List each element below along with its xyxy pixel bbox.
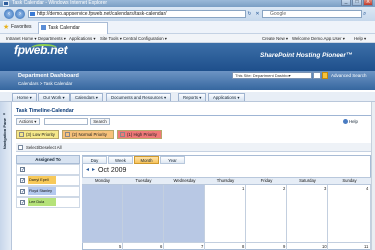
day-number: 1 (242, 186, 245, 191)
search-input[interactable]: Google (262, 10, 362, 18)
ribbon-departments[interactable]: Departments ▾ (36, 35, 68, 42)
select-all-row (16, 143, 375, 152)
day-number: 10 (322, 244, 327, 249)
favorites-button[interactable]: Favorites (11, 23, 32, 32)
view-day-tab[interactable]: Day (82, 156, 107, 164)
day-number: 8 (242, 244, 245, 249)
day-cell[interactable] (82, 243, 123, 250)
ribbon-applications[interactable]: Applications ▾ (67, 35, 98, 42)
tab-page-icon (41, 25, 46, 30)
search-button[interactable]: Search (90, 118, 110, 125)
help-link[interactable]: Help (349, 118, 358, 125)
breadcrumb[interactable]: Calendars > Task Calendar (18, 80, 72, 87)
topnav-calendars[interactable]: Calendars ▾ (70, 93, 103, 101)
create-new-menu[interactable]: Create New ▾ (262, 35, 288, 42)
legend-high-swatch (120, 132, 125, 137)
day-number: 9 (283, 244, 286, 249)
page-icon (30, 12, 35, 16)
assignee-checkbox[interactable]: ✓ (20, 178, 25, 184)
window-title: Task Calendar - Windows Internet Explore… (0, 0, 375, 7)
day-cell[interactable] (164, 185, 205, 243)
logo-swoosh (31, 44, 57, 52)
close-button[interactable]: X (363, 0, 373, 6)
welcome-user-menu[interactable]: Welcome Demo.App.User ▾ (292, 35, 345, 42)
legend-low-swatch (19, 132, 24, 137)
site-search-input[interactable] (313, 72, 321, 79)
day-cell[interactable] (164, 243, 205, 250)
assignee-checkbox[interactable]: ✓ (20, 167, 25, 173)
favorites-star-icon[interactable]: ★ (3, 24, 10, 31)
topnav-documents[interactable]: Documents and Resources ▾ (106, 93, 172, 101)
webpart-divider (14, 115, 371, 116)
assignee-name: Floyd Stanley (28, 187, 56, 195)
select-all-label[interactable]: Select/Deselect All (26, 144, 62, 151)
day-cell[interactable] (205, 243, 246, 250)
help-icon[interactable] (343, 119, 348, 124)
site-title: Department Dashboard (18, 73, 79, 79)
day-number: 7 (201, 244, 204, 249)
assignee-name: Darryl Epell (28, 176, 56, 184)
weekday-saturday: Saturday (299, 178, 316, 183)
assignee-checkbox[interactable]: ✓ (20, 189, 25, 195)
weekday-monday: Monday (95, 178, 110, 183)
weekday-tuesday: Tuesday (135, 178, 152, 183)
day-number: 2 (283, 186, 286, 191)
weekday-thursday: Thursday (216, 178, 235, 183)
legend-normal-swatch (65, 132, 70, 137)
maximize-button[interactable]: □ (352, 0, 362, 6)
address-input[interactable]: http://demo.appservice.fpweb.net/calenda… (28, 10, 246, 18)
topnav-reports[interactable]: Reports ▾ (178, 93, 207, 101)
ie-icon (3, 1, 9, 6)
weekday-sunday: Sunday (342, 178, 357, 183)
assignee-checkbox[interactable]: ✓ (20, 200, 25, 206)
vertical-scrollbar[interactable] (371, 102, 375, 250)
month-label: Oct 2009 (98, 167, 127, 174)
day-cell[interactable] (328, 185, 371, 243)
help-menu[interactable]: Help ▾ (354, 35, 366, 42)
select-all-checkbox[interactable] (18, 145, 23, 150)
minimize-button[interactable]: _ (341, 0, 351, 6)
ribbon-central-configuration[interactable]: Central Configuration ▾ (121, 35, 169, 42)
assignee-name (28, 165, 56, 173)
ribbon-intranet-home[interactable]: Intranet Home ▾ (4, 35, 39, 42)
day-number: 11 (364, 244, 369, 249)
view-week-tab[interactable]: Week (108, 156, 133, 164)
navigation-pane-label: Navigation Pane ◂ (2, 112, 7, 150)
topnav-home[interactable]: Home ▾ (12, 93, 37, 101)
day-number: 3 (324, 186, 327, 191)
topnav-applications[interactable]: Applications ▾ (208, 93, 245, 101)
browser-tab[interactable]: Task Calendar (38, 22, 108, 34)
search-icon[interactable]: ⌕ (363, 10, 371, 18)
view-month-tab[interactable]: Month (134, 156, 159, 164)
day-cell[interactable] (246, 243, 287, 250)
webpart-title: Task Timeline-Calendar (16, 108, 74, 114)
weekday-wednesday: Wednesday (173, 178, 196, 183)
refresh-icon[interactable]: ↻ (246, 11, 253, 17)
forward-arrow-icon[interactable]: › (15, 9, 25, 19)
weekday-friday: Friday (260, 178, 273, 183)
banner-tagline: SharePoint Hosting Pioneer™ (260, 52, 353, 59)
topnav-our-work[interactable]: Our Work ▾ (38, 93, 70, 101)
search-go-button[interactable] (322, 72, 328, 79)
assignee-name: Lee Dula (28, 198, 56, 206)
day-number: 5 (119, 244, 122, 249)
view-year-tab[interactable]: Year (160, 156, 185, 164)
day-cell[interactable] (123, 185, 164, 243)
actions-menu[interactable]: Actions ▾ (16, 118, 40, 125)
find-input[interactable] (44, 118, 88, 125)
day-number: 4 (366, 186, 369, 191)
day-cell[interactable] (287, 185, 328, 243)
advanced-search-link[interactable]: Advanced Search (331, 72, 367, 79)
stop-icon[interactable]: ✕ (254, 11, 261, 17)
day-cell[interactable] (246, 185, 287, 243)
search-scope-select[interactable]: This Site: Department Dashbo▾ (232, 72, 312, 79)
day-cell[interactable] (205, 185, 246, 243)
assigned-to-header: Assigned To (16, 155, 80, 164)
day-number: 6 (160, 244, 163, 249)
day-cell[interactable] (82, 185, 123, 243)
back-arrow-icon[interactable]: ‹ (4, 9, 14, 19)
day-cell[interactable] (123, 243, 164, 250)
